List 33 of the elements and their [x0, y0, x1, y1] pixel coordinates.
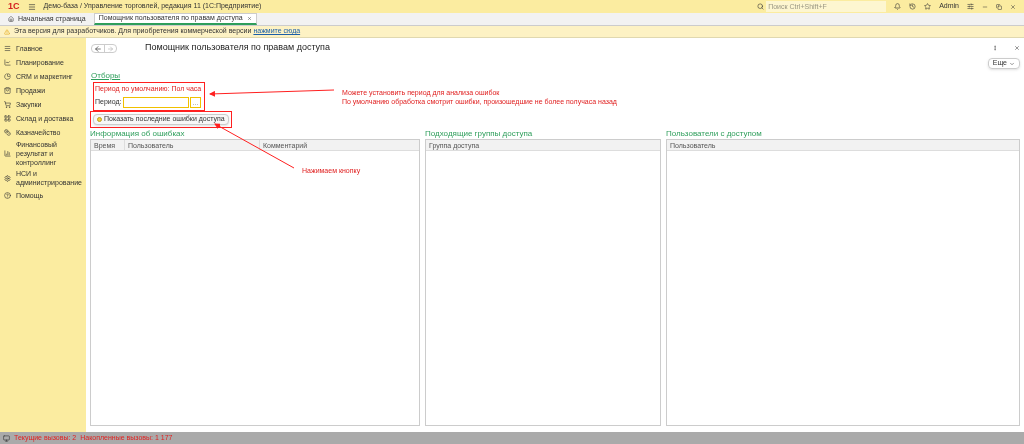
forward-icon[interactable] [104, 44, 116, 53]
pie-chart-icon [4, 72, 11, 80]
minimize-icon[interactable] [982, 3, 988, 10]
panel-title: Подходящие группы доступа [425, 128, 533, 139]
panel-title: Информация об ошибках [90, 128, 185, 139]
star-icon[interactable] [924, 3, 932, 10]
more-icon[interactable] [992, 45, 998, 51]
form-title: Помощник пользователя по правам доступа [145, 41, 330, 55]
close-tab-icon[interactable] [246, 16, 252, 21]
logo: 1С [8, 2, 20, 11]
back-icon[interactable] [92, 44, 104, 53]
coins-icon [4, 128, 11, 136]
grid-icon [4, 114, 11, 122]
period-field[interactable] [122, 96, 189, 108]
monitor-icon[interactable] [3, 434, 10, 442]
caret-icon [1009, 60, 1015, 67]
bar-chart-icon [4, 150, 11, 157]
filters-link[interactable]: Отборы [91, 70, 121, 82]
chart-icon [4, 58, 11, 66]
close-form-icon[interactable] [1014, 45, 1020, 51]
bag-icon [4, 86, 11, 94]
cart-icon [4, 100, 11, 108]
home-icon [8, 16, 14, 22]
panel-title: Пользователи с доступом [666, 128, 762, 139]
search-icon [757, 3, 765, 10]
bell-icon[interactable] [894, 3, 902, 10]
close-icon[interactable] [1010, 3, 1016, 10]
history-icon[interactable] [909, 3, 917, 10]
warning-icon [4, 28, 10, 35]
coin-icon [97, 116, 102, 122]
restore-icon[interactable] [996, 3, 1002, 10]
menu-icon[interactable] [27, 2, 36, 11]
menu-icon [4, 44, 11, 52]
